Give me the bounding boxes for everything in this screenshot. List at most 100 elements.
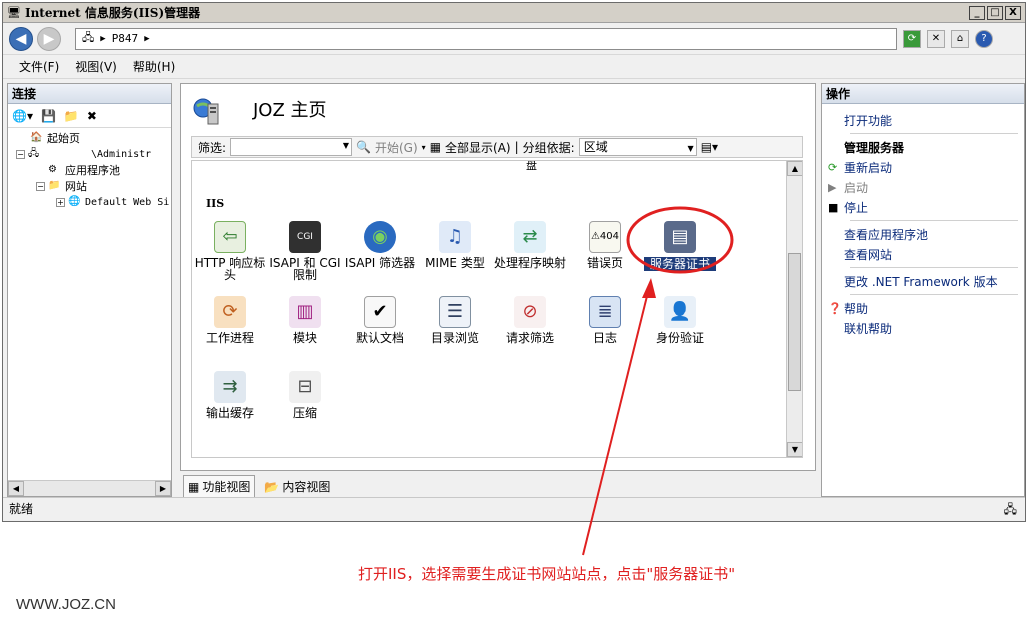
action-stop[interactable]: ■ 停止: [828, 197, 1024, 217]
disconnect-icon[interactable]: ✖: [87, 109, 97, 123]
action-open-feature[interactable]: 打开功能: [828, 110, 1024, 130]
divider: [850, 267, 1018, 268]
breadcrumb-server[interactable]: P847: [112, 32, 139, 45]
action-change-framework[interactable]: 更改 .NET Framework 版本: [828, 271, 1024, 291]
watermark: WWW.JOZ.CN: [16, 596, 116, 613]
feature-isapi-cgi[interactable]: CGI ISAPI 和 CGI 限制: [269, 221, 341, 281]
scrollbar-thumb[interactable]: [788, 253, 801, 391]
feature-worker-processes[interactable]: ⟳ 工作进程: [194, 296, 266, 344]
menu-view[interactable]: 视图(V): [75, 58, 117, 75]
binoculars-icon: 🔍: [356, 140, 371, 154]
show-all-icon: ▦: [429, 140, 442, 154]
feature-request-filtering[interactable]: ⊘ 请求筛选: [494, 296, 566, 344]
tree-item-default-site[interactable]: + 🌐 Default Web Si: [8, 194, 171, 210]
authentication-icon: 👤: [664, 296, 696, 328]
action-label: 启动: [844, 180, 869, 195]
tree-item-sites[interactable]: − 📁 网站: [8, 178, 171, 194]
menu-help[interactable]: 帮助(H): [133, 58, 175, 75]
maximize-button[interactable]: □: [987, 6, 1003, 20]
action-view-app-pools[interactable]: 查看应用程序池: [828, 224, 1024, 244]
action-view-sites[interactable]: 查看网站: [828, 244, 1024, 264]
server-small-icon: 🖧: [82, 31, 95, 44]
tab-content-view[interactable]: 📂 内容视图: [259, 475, 335, 498]
horizontal-scrollbar[interactable]: ◀ ▶: [8, 480, 171, 496]
feature-handler-mappings[interactable]: ⇄ 处理程序映射: [494, 221, 566, 269]
action-online-help[interactable]: 联机帮助: [828, 318, 1024, 338]
address-input[interactable]: 🖧 ▶ P847 ▶: [75, 27, 897, 50]
feature-server-certificates[interactable]: ▤ 服务器证书: [644, 221, 716, 271]
feature-label: 处理程序映射: [494, 256, 567, 270]
iis-manager-window: 🖥 Internet 信息服务(IIS)管理器 _ □ X ◀ ▶ 🖧 ▶ P8…: [2, 2, 1026, 522]
default-document-icon: ✔: [364, 296, 396, 328]
collapse-icon[interactable]: −: [36, 181, 45, 191]
feature-logging[interactable]: ≣ 日志: [569, 296, 641, 344]
server-icon: 🖧: [28, 148, 40, 159]
tree-item-app-pools[interactable]: ⚙ 应用程序池: [8, 162, 171, 178]
http-response-headers-icon: ⇦: [214, 221, 246, 253]
feature-modules[interactable]: ▥ 模块: [269, 296, 341, 344]
feature-label: 模块: [292, 331, 317, 345]
show-all-button[interactable]: 全部显示(A): [445, 139, 511, 156]
start-filter-button[interactable]: 开始(G): [375, 139, 418, 156]
restart-icon: ⟳: [828, 160, 838, 174]
back-button[interactable]: ◀: [9, 26, 33, 51]
expand-icon[interactable]: +: [56, 197, 65, 207]
filter-toolbar: 筛选: ▼ 🔍 开始(G) ▾ ▦ 全部显示(A) | 分组依据: 区域 ▼ ▤…: [191, 136, 803, 158]
group-by-select[interactable]: 区域 ▼: [578, 138, 697, 156]
feature-directory-browsing[interactable]: ☰ 目录浏览: [419, 296, 491, 344]
action-restart[interactable]: ⟳ 重新启动: [828, 157, 1024, 177]
tree-item-start-page[interactable]: 🏠 起始页: [8, 130, 171, 146]
minimize-button[interactable]: _: [969, 6, 985, 20]
handler-mappings-icon: ⇄: [514, 221, 546, 253]
status-bar: 就绪 🖧: [3, 497, 1025, 521]
scroll-up-icon[interactable]: ▲: [787, 161, 802, 176]
scroll-left-icon[interactable]: ◀: [8, 481, 24, 496]
connect-icon[interactable]: 🌐▾: [12, 109, 33, 123]
mime-types-icon: ♫: [439, 221, 471, 253]
tab-features-view[interactable]: ▦ 功能视图: [183, 475, 256, 498]
collapse-icon[interactable]: −: [16, 149, 25, 159]
stop-square-icon: ■: [828, 200, 839, 214]
feature-http-response-headers[interactable]: ⇦ HTTP 响应标头: [194, 221, 266, 281]
feature-compression[interactable]: ⊟ 压缩: [269, 371, 341, 419]
error-pages-icon: ⚠404: [589, 221, 621, 253]
feature-output-caching[interactable]: ⇉ 输出缓存: [194, 371, 266, 419]
close-button[interactable]: X: [1005, 6, 1021, 20]
back-arrow-icon: ◀: [15, 30, 27, 47]
features-view-icon: ▦: [188, 479, 200, 494]
actions-title: 操作: [822, 84, 1024, 104]
action-help[interactable]: ❓ 帮助: [828, 298, 1024, 318]
up-icon[interactable]: 📁: [64, 109, 79, 123]
status-text: 就绪: [9, 502, 34, 516]
feature-error-pages[interactable]: ⚠404 错误页: [569, 221, 641, 269]
forward-button[interactable]: ▶: [37, 26, 61, 51]
feature-mime-types[interactable]: ♫ MIME 类型: [419, 221, 491, 269]
feature-authentication[interactable]: 👤 身份验证: [644, 296, 716, 344]
breadcrumb-arrow-icon: ▶: [144, 33, 150, 44]
save-icon[interactable]: 💾: [41, 109, 56, 123]
vertical-scrollbar[interactable]: ▲ ▼: [786, 161, 802, 457]
logging-icon: ≣: [589, 296, 621, 328]
help-icon[interactable]: ?: [975, 29, 993, 48]
page-title: JOZ 主页: [253, 100, 327, 121]
action-label: 联机帮助: [844, 321, 893, 336]
dropdown-arrow-icon[interactable]: ▾: [422, 143, 426, 152]
feature-default-document[interactable]: ✔ 默认文档: [344, 296, 416, 344]
feature-isapi-filters[interactable]: ◉ ISAPI 筛选器: [344, 221, 416, 269]
scroll-down-icon[interactable]: ▼: [787, 442, 802, 457]
filter-input[interactable]: ▼: [230, 138, 353, 156]
scroll-right-icon[interactable]: ▶: [155, 481, 171, 496]
tree-item-server[interactable]: − 🖧 \Administr: [8, 146, 171, 162]
menu-file[interactable]: 文件(F): [19, 58, 59, 75]
stop-icon[interactable]: ✕: [927, 29, 945, 48]
view-mode-icon[interactable]: ▤▾: [701, 140, 718, 154]
feature-label: 默认文档: [355, 331, 404, 345]
refresh-icon[interactable]: ⟳: [903, 29, 921, 48]
home-icon[interactable]: ⌂: [951, 29, 969, 48]
action-start: ▶ 启动: [828, 177, 1024, 197]
cutoff-label: 盘: [526, 160, 537, 172]
feature-label: ISAPI 和 CGI 限制: [269, 256, 341, 282]
help-circle-icon: ❓: [828, 301, 842, 315]
start-icon: ▶: [828, 180, 837, 194]
action-label: 查看应用程序池: [844, 227, 929, 242]
